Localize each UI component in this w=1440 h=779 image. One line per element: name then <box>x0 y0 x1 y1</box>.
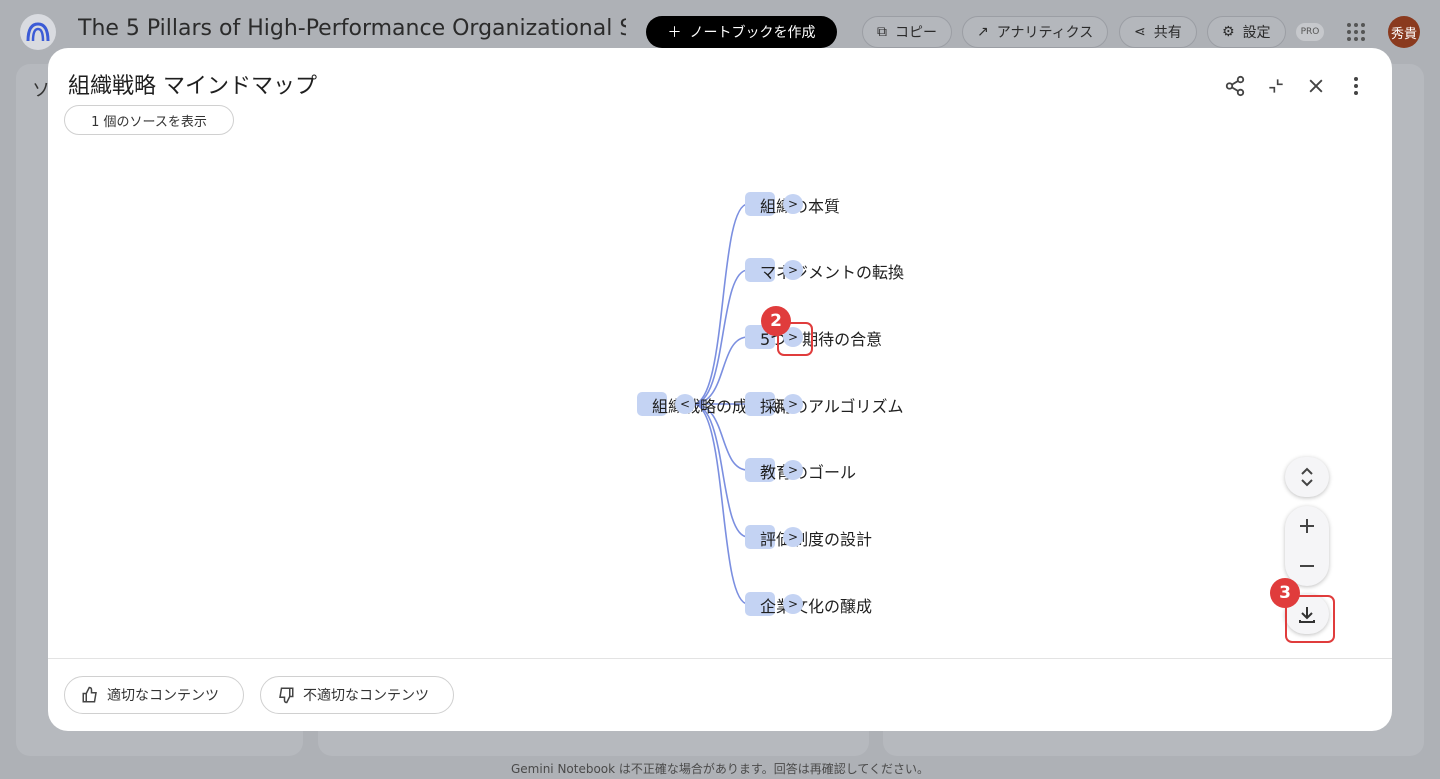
gear-icon: ⚙ <box>1222 24 1235 40</box>
collapse-root-button[interactable]: < <box>675 394 695 414</box>
zoom-controls <box>1285 506 1329 586</box>
expand-node-button[interactable]: > <box>783 527 803 547</box>
more-vert-icon[interactable] <box>1342 72 1370 100</box>
footer-divider <box>48 658 1392 659</box>
settings-label: 設定 <box>1242 25 1271 41</box>
apps-grid-icon[interactable] <box>1346 22 1366 42</box>
settings-button[interactable]: ⚙ 設定 <box>1207 16 1286 48</box>
mindmap-node-label: 評価制度の設計 <box>760 530 873 549</box>
mindmap-node-label: マネジメントの転換 <box>760 263 905 282</box>
annotation-badge-3: 3 <box>1270 578 1300 608</box>
plus-icon: ＋ <box>667 25 682 41</box>
analytics-label: アナリティクス <box>996 25 1094 41</box>
copy-button[interactable]: ⧉ コピー <box>862 16 952 48</box>
mindmap-node-label: 教育のゴール <box>760 463 857 482</box>
share-label: 共有 <box>1153 25 1182 41</box>
show-sources-button[interactable]: 1 個のソースを表示 <box>64 105 234 135</box>
footer-disclaimer: Gemini Notebook は不正確な場合があります。回答は再確認してくださ… <box>510 762 929 776</box>
mindmap-node-label: 企業文化の醸成 <box>760 597 873 616</box>
share-icon[interactable] <box>1221 72 1249 100</box>
expand-node-button[interactable]: > <box>783 460 803 480</box>
expand-node-button[interactable]: > <box>783 194 803 214</box>
copy-icon: ⧉ <box>877 24 887 40</box>
good-content-label: 適切なコンテンツ <box>107 688 219 704</box>
collapse-icon[interactable] <box>1262 72 1290 100</box>
thumb-up-icon <box>82 686 97 703</box>
share-icon: ⋖ <box>1134 24 1146 40</box>
share-button[interactable]: ⋖ 共有 <box>1119 16 1197 48</box>
zoom-in-icon <box>1300 519 1314 533</box>
avatar[interactable]: 秀貴 <box>1388 16 1420 48</box>
notebook-title[interactable]: The 5 Pillars of High-Performance Organi… <box>78 16 626 41</box>
dialog-title: 組織戦略 マインドマップ <box>68 74 317 99</box>
bad-content-button[interactable]: 不適切なコンテンツ <box>260 676 454 714</box>
zoom-in-button[interactable] <box>1285 506 1329 546</box>
expand-node-button[interactable]: > <box>783 394 803 414</box>
mindmap-canvas[interactable]: 組織戦略の成功戦略 < 組織の本質 > マネジメントの転換 > 5つの期待の合意… <box>48 148 1392 658</box>
expand-collapse-icon <box>1301 467 1313 487</box>
good-content-button[interactable]: 適切なコンテンツ <box>64 676 244 714</box>
mindmap-dialog: 組織戦略 マインドマップ 1 個のソースを表示 組織戦略の成功戦略 < 組織の本… <box>48 48 1392 731</box>
bad-content-label: 不適切なコンテンツ <box>303 688 429 704</box>
create-notebook-button[interactable]: ＋ ノートブックを作成 <box>646 16 837 48</box>
create-notebook-label: ノートブックを作成 <box>689 25 816 41</box>
expand-node-button[interactable]: > <box>783 260 803 280</box>
trending-icon: ↗ <box>977 24 989 40</box>
copy-label: コピー <box>895 25 937 41</box>
pro-badge: PRO <box>1296 23 1324 41</box>
zoom-out-icon <box>1300 565 1314 567</box>
expand-node-button[interactable]: > <box>783 594 803 614</box>
notebook-logo-icon[interactable] <box>20 14 56 50</box>
thumb-down-icon <box>279 687 294 704</box>
mindmap-node-label: 採用のアルゴリズム <box>760 397 904 416</box>
analytics-button[interactable]: ↗ アナリティクス <box>962 16 1109 48</box>
annotation-badge-2: 2 <box>761 306 791 336</box>
expand-collapse-button[interactable] <box>1285 457 1329 497</box>
close-icon[interactable] <box>1302 72 1330 100</box>
